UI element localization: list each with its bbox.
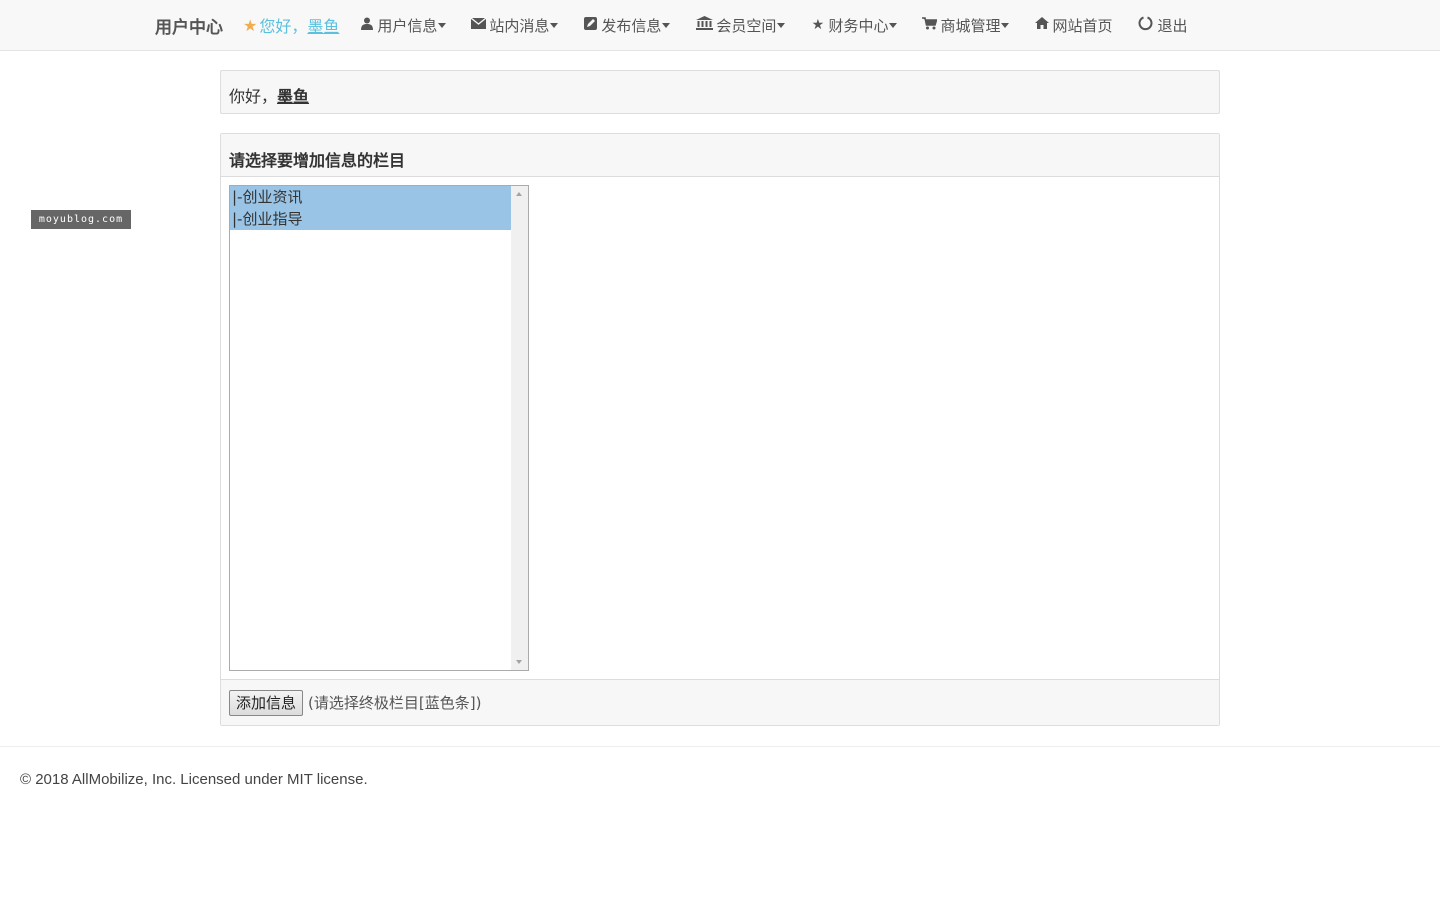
listbox-scrollbar[interactable] (511, 186, 528, 670)
panel-footer: 添加信息 (请选择终极栏目[蓝色条]) (221, 679, 1219, 725)
edit-icon (583, 16, 598, 34)
hello-username[interactable]: 墨鱼 (277, 87, 309, 106)
copyright-text: © 2018 AllMobilize, Inc. Licensed under … (20, 771, 368, 788)
nav-shop-label: 商城管理 (940, 16, 1001, 35)
nav-shop[interactable]: 商城管理 (922, 15, 1010, 36)
page-footer: © 2018 AllMobilize, Inc. Licensed under … (0, 746, 1440, 905)
home-icon (1034, 17, 1049, 33)
bank-icon (695, 16, 713, 34)
greeting-username[interactable]: 墨鱼 (307, 13, 339, 37)
nav-logout-label: 退出 (1157, 16, 1188, 35)
nav-member-space-label: 会员空间 (716, 16, 777, 35)
nav-home[interactable]: 网站首页 (1034, 15, 1112, 36)
nav-finance[interactable]: ★ 财务中心 (810, 15, 898, 36)
envelope-icon (470, 17, 487, 33)
scroll-down-icon[interactable] (516, 660, 522, 664)
add-info-button[interactable]: 添加信息 (229, 689, 304, 716)
scroll-up-icon[interactable] (516, 192, 522, 196)
nav-member-space[interactable]: 会员空间 (695, 15, 786, 36)
top-navbar: 用户中心 ★ 您好， 墨鱼 用户信息 站内消息 发布信息 会员空间 ★ 财务中心… (0, 0, 1440, 51)
nav-messages[interactable]: 站内消息 (470, 15, 559, 36)
power-icon (1137, 16, 1154, 35)
hello-prefix: 你好， (229, 87, 278, 106)
nav-publish[interactable]: 发布信息 (583, 15, 671, 36)
greeting-prefix: 您好， (259, 17, 308, 36)
chevron-down-icon (438, 22, 447, 28)
chevron-down-icon (777, 22, 786, 28)
hello-panel: 你好，墨鱼 (220, 70, 1220, 114)
chevron-down-icon (662, 22, 671, 28)
chevron-down-icon (889, 22, 898, 28)
column-listbox[interactable]: |-创业资讯 |-创业指导 (229, 185, 529, 671)
nav-finance-label: 财务中心 (828, 16, 889, 35)
brand-title[interactable]: 用户中心 (155, 13, 223, 38)
chevron-down-icon (550, 22, 559, 28)
chevron-down-icon (1001, 22, 1010, 28)
nav-user-info[interactable]: 用户信息 (359, 15, 447, 36)
column-select-panel: 请选择要增加信息的栏目 |-创业资讯 |-创业指导 添加信息 (请选择终极栏目[… (220, 133, 1220, 726)
select-hint: (请选择终极栏目[蓝色条]) (308, 694, 482, 712)
greeting-link[interactable]: ★ 您好， 墨鱼 (243, 13, 339, 37)
nav-user-info-label: 用户信息 (377, 16, 438, 35)
list-option[interactable]: |-创业资讯 (230, 186, 511, 208)
user-icon (359, 17, 374, 34)
nav-home-label: 网站首页 (1052, 16, 1113, 35)
list-option[interactable]: |-创业指导 (230, 208, 511, 230)
navbar-inner: 用户中心 ★ 您好， 墨鱼 用户信息 站内消息 发布信息 会员空间 ★ 财务中心… (155, 0, 1188, 50)
nav-messages-label: 站内消息 (489, 16, 550, 35)
nav-logout[interactable]: 退出 (1137, 15, 1188, 36)
cart-icon (922, 16, 939, 34)
star-icon: ★ (243, 15, 258, 35)
nav-publish-label: 发布信息 (601, 16, 662, 35)
watermark-badge: moyublog.com (31, 210, 131, 229)
panel-heading: 请选择要增加信息的栏目 (221, 134, 1219, 177)
star-icon: ★ (811, 17, 825, 33)
